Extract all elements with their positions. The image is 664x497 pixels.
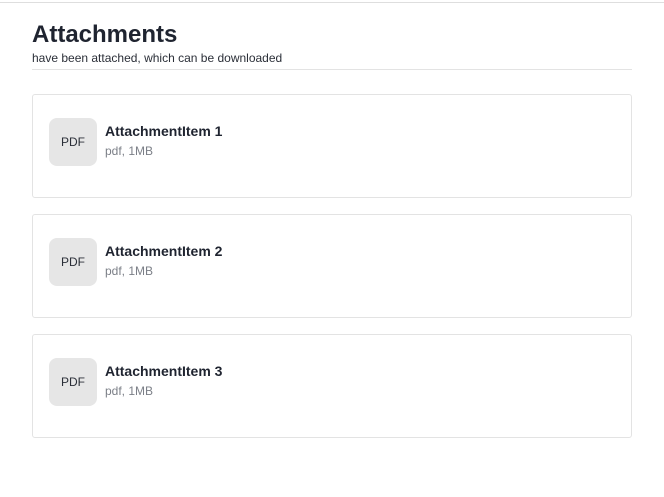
attachment-info: AttachmentItem 2 pdf, 1MB bbox=[105, 243, 222, 279]
attachment-meta: pdf, 1MB bbox=[105, 144, 154, 158]
pdf-file-icon: PDF bbox=[49, 118, 97, 166]
attachment-info: AttachmentItem 1 pdf, 1MB bbox=[105, 123, 222, 159]
attachment-name[interactable]: AttachmentItem 1 bbox=[105, 123, 222, 140]
attachments-header: Attachments have been attached, which ca… bbox=[32, 20, 632, 70]
pdf-file-icon: PDF bbox=[49, 238, 97, 286]
attachment-name[interactable]: AttachmentItem 2 bbox=[105, 243, 222, 260]
attachment-meta: pdf, 1MB bbox=[105, 264, 154, 278]
pdf-file-icon: PDF bbox=[49, 358, 97, 406]
page-title: Attachments bbox=[32, 21, 178, 48]
attachment-item-2[interactable]: PDF AttachmentItem 2 pdf, 1MB bbox=[32, 214, 632, 318]
attachment-item-1[interactable]: PDF AttachmentItem 1 pdf, 1MB bbox=[32, 94, 632, 198]
attachments-section: Attachments have been attached, which ca… bbox=[32, 20, 632, 454]
attachment-name[interactable]: AttachmentItem 3 bbox=[105, 363, 222, 380]
top-divider bbox=[0, 2, 664, 3]
attachment-list: PDF AttachmentItem 1 pdf, 1MB PDF Attach… bbox=[32, 94, 632, 438]
page-subtitle: have been attached, which can be downloa… bbox=[32, 51, 283, 65]
attachment-meta: pdf, 1MB bbox=[105, 384, 154, 398]
attachment-info: AttachmentItem 3 pdf, 1MB bbox=[105, 363, 222, 399]
attachment-item-3[interactable]: PDF AttachmentItem 3 pdf, 1MB bbox=[32, 334, 632, 438]
